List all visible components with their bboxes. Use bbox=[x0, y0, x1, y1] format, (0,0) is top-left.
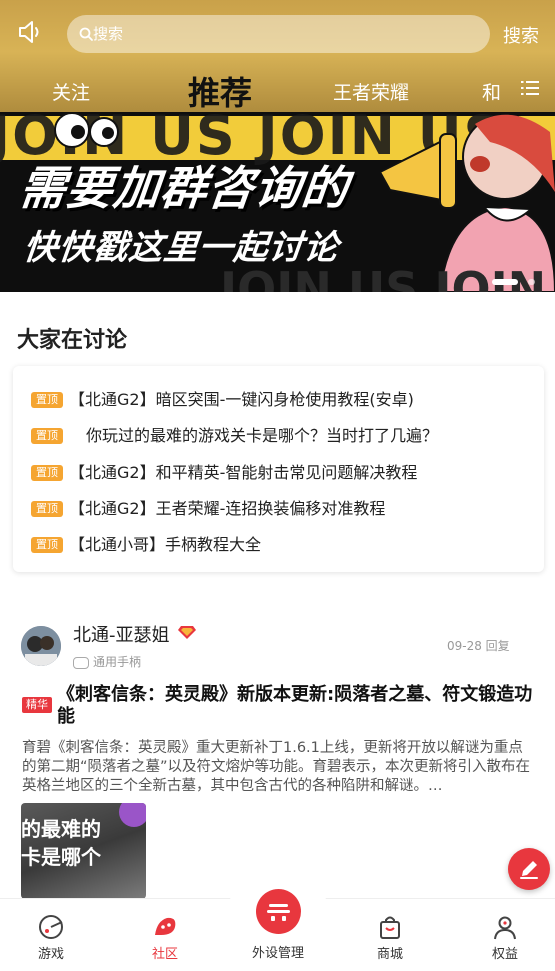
featured-badge: 精华 bbox=[22, 697, 52, 713]
pinned-badge: 置顶 bbox=[31, 465, 63, 481]
cartoon-eyes-icon bbox=[54, 112, 119, 148]
tab-honor-of-kings[interactable]: 王者荣耀 bbox=[333, 78, 409, 105]
promo-banner[interactable]: JOIN US JOIN US 需要加群咨询的 快快戳这里一起讨论 JOIN U… bbox=[0, 112, 555, 292]
search-icon bbox=[79, 27, 93, 41]
device-manager-button[interactable] bbox=[256, 889, 301, 934]
pinned-post-title: 【北通G2】和平精英-智能射击常见问题解决教程 bbox=[69, 463, 418, 482]
channel-tabs: 关注 推荐 王者荣耀 和 bbox=[0, 68, 555, 112]
pencil-icon bbox=[520, 861, 538, 879]
thumbnail-text: 卡是哪个 bbox=[21, 845, 101, 869]
pinned-badge: 置顶 bbox=[31, 428, 63, 444]
nav-games[interactable]: 游戏 bbox=[11, 899, 91, 971]
speaker-icon[interactable] bbox=[16, 18, 44, 46]
pinned-post-title: 你玩过的最难的游戏关卡是哪个？当时打了几遍？ bbox=[86, 426, 439, 445]
tab-recommend[interactable]: 推荐 bbox=[188, 68, 252, 114]
community-icon bbox=[155, 917, 176, 935]
nav-label: 权益 bbox=[491, 947, 518, 962]
nav-store[interactable]: 商城 bbox=[350, 899, 430, 971]
nav-label: 社区 bbox=[151, 947, 178, 962]
compose-button[interactable] bbox=[508, 848, 550, 890]
nav-community[interactable]: 社区 bbox=[125, 899, 205, 971]
pinned-badge: 置顶 bbox=[31, 392, 63, 408]
search-box[interactable] bbox=[67, 15, 490, 53]
section-title: 大家在讨论 bbox=[17, 328, 128, 353]
tab-peace-elite[interactable]: 和 bbox=[482, 78, 501, 105]
nav-label: 游戏 bbox=[37, 947, 64, 962]
banner-indicator bbox=[528, 279, 535, 285]
banner-headline: 需要加群咨询的 bbox=[16, 161, 352, 215]
purple-orb-icon bbox=[119, 803, 146, 827]
gamepad-icon bbox=[73, 656, 89, 669]
user-icon bbox=[494, 916, 516, 940]
pinned-badge: 置顶 bbox=[31, 537, 63, 553]
diamond-badge-icon bbox=[178, 626, 196, 639]
pinned-post-title: 【北通小哥】手柄教程大全 bbox=[69, 535, 262, 554]
shopping-bag-icon bbox=[380, 916, 400, 939]
thumbnail-text: 的最难的 bbox=[21, 817, 101, 841]
post-date: 09-28 回复 bbox=[447, 639, 510, 653]
device-manager-icon bbox=[267, 904, 290, 921]
pinned-badge: 置顶 bbox=[31, 501, 63, 517]
nav-label: 商城 bbox=[376, 947, 403, 962]
nav-benefits[interactable]: 权益 bbox=[465, 899, 545, 971]
post-excerpt[interactable]: 育碧《刺客信条：英灵殿》重大更新补丁1.6.1上线，更新将开放以解谜为重点的第二… bbox=[22, 739, 534, 796]
game-controller-icon bbox=[39, 915, 63, 939]
banner-bg-text-bottom: JOIN US JOIN US bbox=[220, 262, 547, 292]
search-button[interactable]: 搜索 bbox=[503, 22, 539, 48]
pinned-posts-card: 置顶 【北通G2】暗区突围-一键闪身枪使用教程(安卓) 置顶 你玩过的最难的游戏… bbox=[13, 366, 544, 572]
nav-device-manager-label[interactable]: 外设管理 bbox=[238, 942, 318, 961]
menu-icon[interactable] bbox=[521, 80, 539, 96]
post-category[interactable]: 通用手柄 bbox=[73, 653, 141, 670]
author-name[interactable]: 北通-亚瑟姐 bbox=[73, 621, 170, 647]
post-title[interactable]: 《刺客信条：英灵殿》新版本更新:陨落者之墓、符文锻造功能 bbox=[57, 684, 537, 728]
pinned-post-title: 【北通G2】王者荣耀-连招换装偏移对准教程 bbox=[69, 499, 386, 518]
banner-indicator-active bbox=[492, 279, 518, 285]
search-input[interactable] bbox=[93, 15, 473, 53]
post-thumbnail[interactable]: 的最难的 卡是哪个 bbox=[21, 803, 146, 899]
avatar-photo-icon bbox=[21, 626, 61, 666]
pinned-post-title: 【北通G2】暗区突围-一键闪身枪使用教程(安卓) bbox=[69, 390, 414, 409]
avatar[interactable] bbox=[21, 626, 61, 666]
tab-follow[interactable]: 关注 bbox=[52, 78, 90, 105]
